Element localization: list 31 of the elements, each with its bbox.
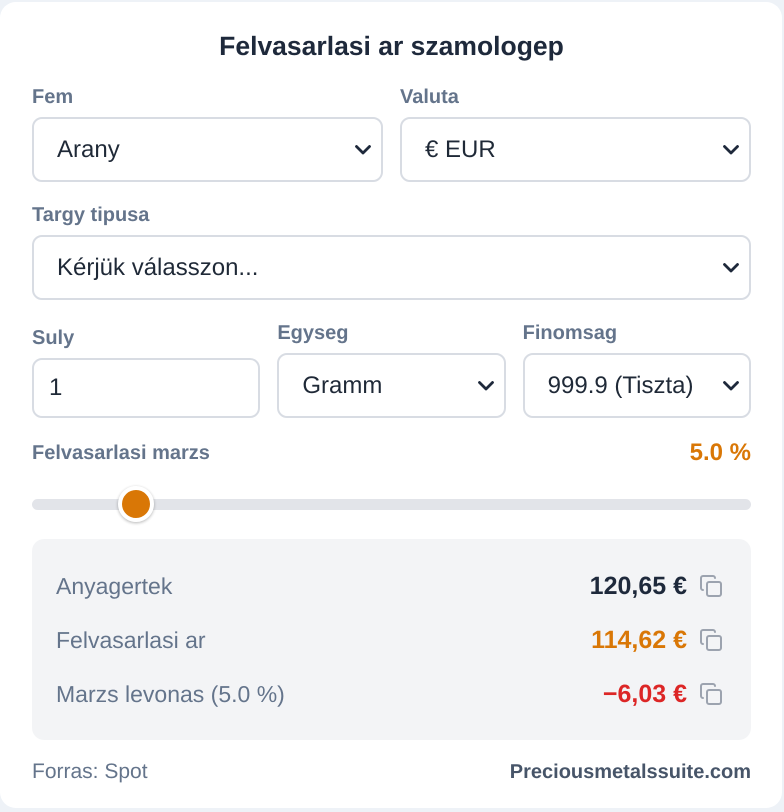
select-field[interactable]: Arany bbox=[32, 117, 383, 182]
select-field[interactable]: Gramm bbox=[277, 353, 506, 418]
calculator-title: Felvasarlasi ar szamologep bbox=[219, 30, 564, 63]
chevron-icon bbox=[355, 144, 371, 154]
select-field[interactable]: € EUR bbox=[400, 117, 751, 182]
copy-icon[interactable] bbox=[699, 628, 723, 652]
field-label: Valuta bbox=[400, 85, 459, 109]
result-label: Anyagertek bbox=[56, 572, 172, 600]
select-field[interactable]: Kérjük válasszon... bbox=[32, 235, 751, 300]
chevron-icon bbox=[478, 380, 494, 390]
field-label: Finomsag bbox=[522, 321, 618, 345]
margin-reading: 5.0 % bbox=[690, 441, 751, 465]
field-label: Targy tipusa bbox=[32, 203, 150, 227]
brand-link[interactable]: Preciousmetalssuite.com bbox=[510, 760, 751, 784]
result-label: Felvasarlasi ar bbox=[56, 626, 206, 654]
select-field[interactable]: 999.9 (Tiszta) bbox=[522, 353, 751, 418]
result-label: Marzs levonas (5.0 %) bbox=[56, 680, 285, 708]
input-field[interactable]: 1 bbox=[32, 358, 260, 418]
copy-icon[interactable] bbox=[699, 574, 723, 598]
field-label: Fem bbox=[32, 85, 74, 109]
chevron-icon bbox=[722, 380, 739, 390]
chevron-icon bbox=[723, 262, 739, 272]
field-label: Suly bbox=[32, 326, 74, 350]
slider-label: Felvasarlasi marzs bbox=[32, 441, 210, 465]
result-value: 120,65 € bbox=[590, 572, 687, 600]
field-label: Egyseg bbox=[277, 321, 348, 345]
result-value: 114,62 € bbox=[591, 626, 687, 654]
chevron-icon bbox=[723, 144, 739, 154]
result-value: −6,03 € bbox=[602, 680, 687, 708]
copy-icon[interactable] bbox=[699, 682, 723, 706]
source-text: Forras: Spot bbox=[32, 760, 148, 784]
